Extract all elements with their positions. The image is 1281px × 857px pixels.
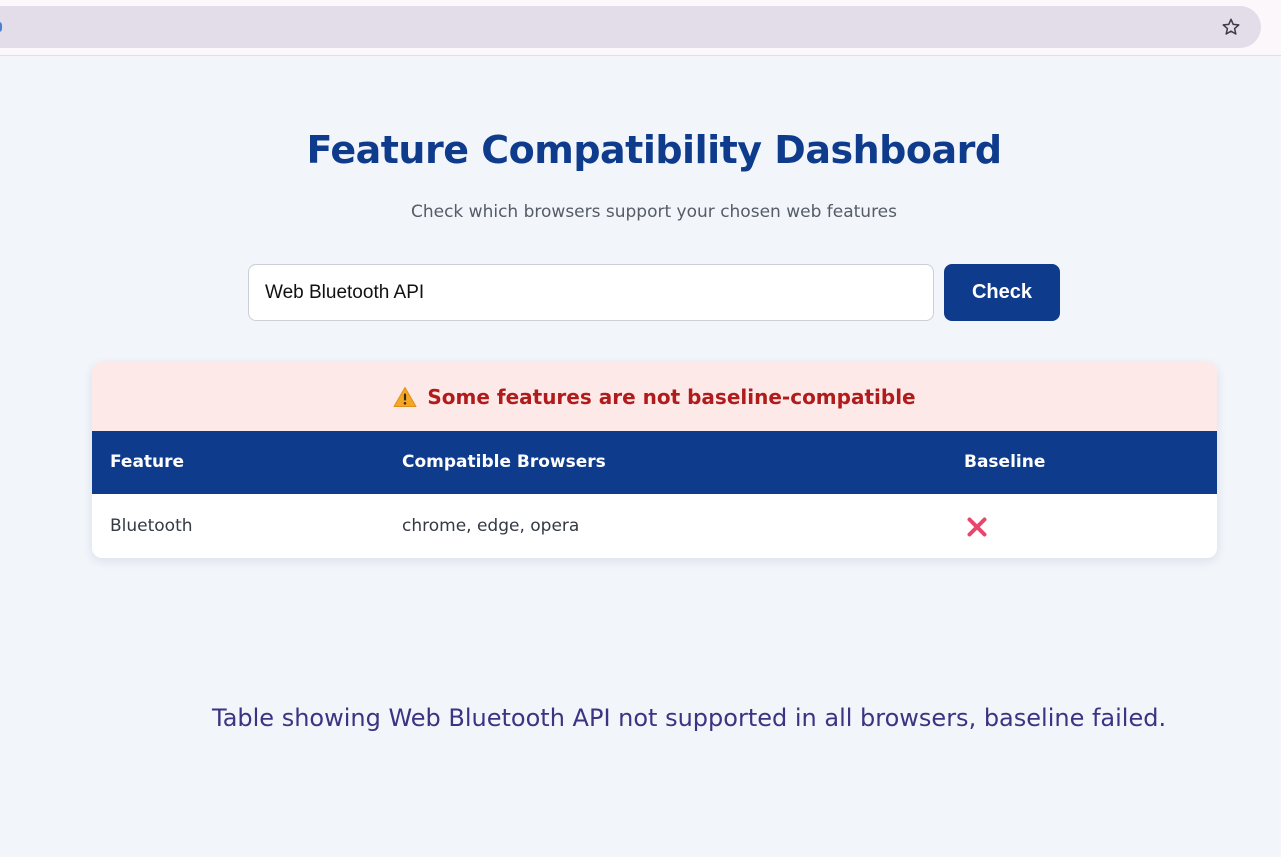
column-header-browsers: Compatible Browsers: [402, 452, 606, 472]
page-subtitle: Check which browsers support your chosen…: [410, 202, 897, 222]
results-card: Some features are not baseline-compatibl…: [92, 362, 1217, 558]
check-button[interactable]: Check: [944, 264, 1060, 321]
feature-search-input[interactable]: [248, 264, 934, 321]
image-caption: Table showing Web Bluetooth API not supp…: [212, 704, 1167, 732]
column-header-baseline: Baseline: [964, 452, 1046, 472]
warning-text: Some features are not baseline-compatibl…: [427, 384, 916, 409]
table-row: Bluetooth chrome, edge, opera: [92, 494, 1217, 558]
table-header: Feature Compatible Browsers Baseline: [92, 431, 1217, 494]
star-outline-icon[interactable]: [1221, 17, 1241, 37]
column-header-feature: Feature: [110, 452, 185, 472]
address-bar[interactable]: [0, 6, 1261, 48]
cell-feature: Bluetooth: [110, 516, 193, 536]
cell-browsers: chrome, edge, opera: [402, 516, 580, 536]
warning-triangle-icon: [393, 386, 417, 407]
browser-toolbar: [0, 0, 1281, 56]
page-title: Feature Compatibility Dashboard: [306, 128, 1002, 172]
cross-mark-icon: [967, 517, 987, 537]
warning-banner: Some features are not baseline-compatibl…: [92, 362, 1217, 431]
